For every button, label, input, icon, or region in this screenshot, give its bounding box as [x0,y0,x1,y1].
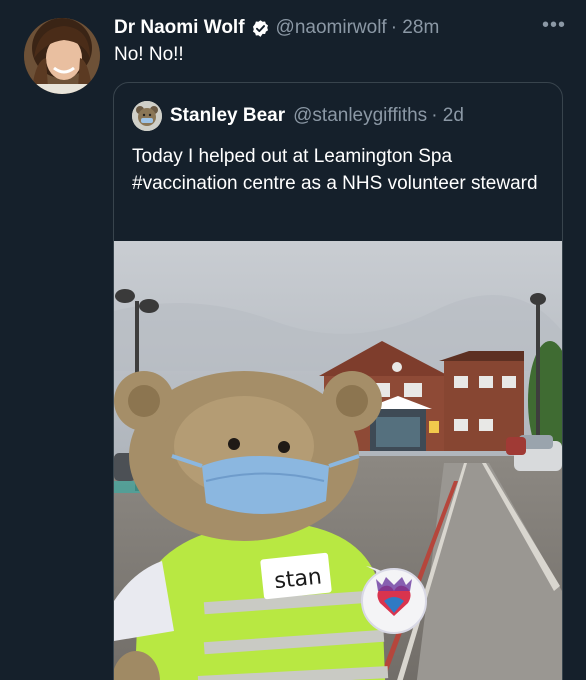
tweet-header: Dr Naomi Wolf @naomirwolf · 28m ••• [114,14,566,42]
tweet[interactable]: Dr Naomi Wolf @naomirwolf · 28m ••• No! … [0,0,586,680]
quoted-tweet[interactable]: Stanley Bear @stanleygiffiths · 2d Today… [113,82,563,680]
author-avatar[interactable] [24,18,100,94]
verified-badge-icon [251,19,270,38]
tweet-text: No! No!! [114,44,184,65]
tweet-timestamp[interactable]: · 28m [391,17,440,39]
more-options-icon[interactable]: ••• [542,14,566,37]
vest-name-tag: stan [273,564,323,594]
quoted-tweet-text: Today I helped out at Leamington Spa #va… [132,146,538,194]
quoted-tweet-timestamp[interactable]: · 2d [431,105,464,127]
author-handle[interactable]: @naomirwolf [276,17,387,39]
quoted-tweet-header: Stanley Bear @stanleygiffiths · 2d [132,101,464,131]
quoted-author-handle[interactable]: @stanleygiffiths [293,105,427,127]
author-name[interactable]: Dr Naomi Wolf [114,17,245,39]
quoted-author-avatar[interactable] [132,101,162,131]
quoted-author-name[interactable]: Stanley Bear [170,105,285,127]
quoted-tweet-photo[interactable]: stan [114,241,562,680]
